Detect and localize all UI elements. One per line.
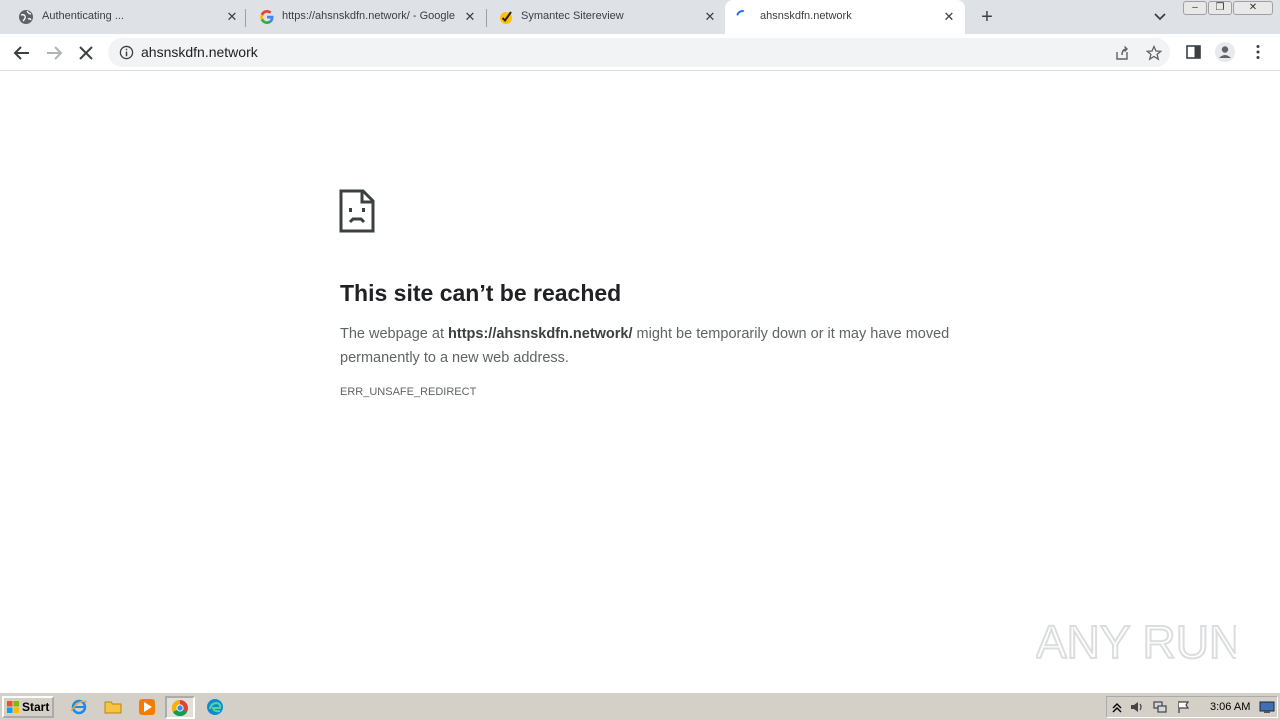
profile-avatar-icon[interactable] (1215, 42, 1235, 62)
tab-google-search[interactable]: https://ahsnskdfn.network/ - Google ✕ (246, 0, 486, 34)
browser-toolbar: ahsnskdfn.network (0, 34, 1280, 71)
edge-icon[interactable] (206, 698, 224, 716)
tab-strip: Authenticating ... ✕ https://ahsnskdfn.n… (0, 0, 1280, 34)
tab-authenticating[interactable]: Authenticating ... ✕ (0, 0, 245, 34)
action-center-flag-icon[interactable] (1177, 700, 1191, 714)
symantec-icon (500, 11, 512, 24)
close-tab-icon[interactable]: ✕ (224, 9, 240, 25)
minimize-button[interactable]: – (1183, 1, 1207, 15)
media-player-icon[interactable] (138, 698, 156, 716)
page-content: This site can’t be reached The webpage a… (0, 72, 1280, 692)
tab-active[interactable]: ahsnskdfn.network ✕ (725, 0, 965, 34)
new-tab-button[interactable]: + (976, 6, 998, 28)
forward-arrow-icon[interactable] (43, 42, 65, 64)
info-icon[interactable] (119, 45, 134, 60)
back-arrow-icon[interactable] (11, 42, 33, 64)
tab-title: https://ahsnskdfn.network/ - Google (282, 10, 456, 22)
windows-flag-icon (7, 701, 19, 713)
ie-icon[interactable] (70, 698, 88, 716)
watermark-text: ANY RUN (1036, 616, 1236, 668)
share-icon[interactable] (1114, 45, 1130, 61)
chevron-down-icon[interactable] (1150, 9, 1170, 25)
address-bar[interactable]: ahsnskdfn.network (108, 38, 1170, 67)
error-description: The webpage at https://ahsnskdfn.network… (340, 322, 960, 370)
taskbar-chrome-active[interactable] (165, 696, 195, 719)
tab-symantec[interactable]: Symantec Sitereview ✕ (487, 0, 725, 34)
start-button[interactable]: Start (2, 696, 54, 718)
network-icon[interactable] (1153, 700, 1167, 714)
stop-loading-icon[interactable] (75, 42, 97, 64)
error-heading: This site can’t be reached (340, 280, 622, 306)
tab-title: Authenticating ... (42, 10, 124, 22)
window-close-button[interactable]: ✕ (1233, 1, 1273, 15)
system-tray: 3:06 AM (1106, 696, 1278, 718)
close-tab-icon[interactable]: ✕ (702, 9, 718, 25)
desc-prefix: The webpage at (340, 326, 449, 342)
start-label: Start (22, 700, 50, 714)
close-tab-icon[interactable]: ✕ (462, 9, 478, 25)
error-code: ERR_UNSAFE_REDIRECT (340, 386, 477, 398)
google-icon (260, 10, 274, 24)
desc-url: https://ahsnskdfn.network/ (448, 326, 633, 342)
address-text[interactable]: ahsnskdfn.network (141, 44, 258, 60)
taskbar: Start 3:06 AM (0, 692, 1280, 720)
globe-icon (19, 10, 33, 24)
tab-title: Symantec Sitereview (521, 10, 624, 22)
close-tab-icon[interactable]: ✕ (941, 9, 957, 25)
bookmark-star-icon[interactable] (1146, 45, 1162, 61)
clock[interactable]: 3:06 AM (1210, 701, 1250, 713)
tray-expand-icon[interactable] (1110, 700, 1124, 714)
loading-spinner-icon (736, 9, 744, 16)
menu-kebab-icon[interactable] (1249, 43, 1267, 61)
folder-icon[interactable] (104, 698, 122, 716)
chrome-icon (171, 699, 188, 717)
volume-icon[interactable] (1130, 700, 1144, 714)
anyrun-watermark: ANY RUN (1036, 615, 1236, 669)
side-panel-icon[interactable] (1185, 43, 1203, 61)
restore-button[interactable]: ❐ (1208, 1, 1232, 15)
show-desktop-icon[interactable] (1259, 700, 1275, 714)
sad-page-icon (339, 189, 375, 233)
tab-title: ahsnskdfn.network (760, 10, 852, 22)
